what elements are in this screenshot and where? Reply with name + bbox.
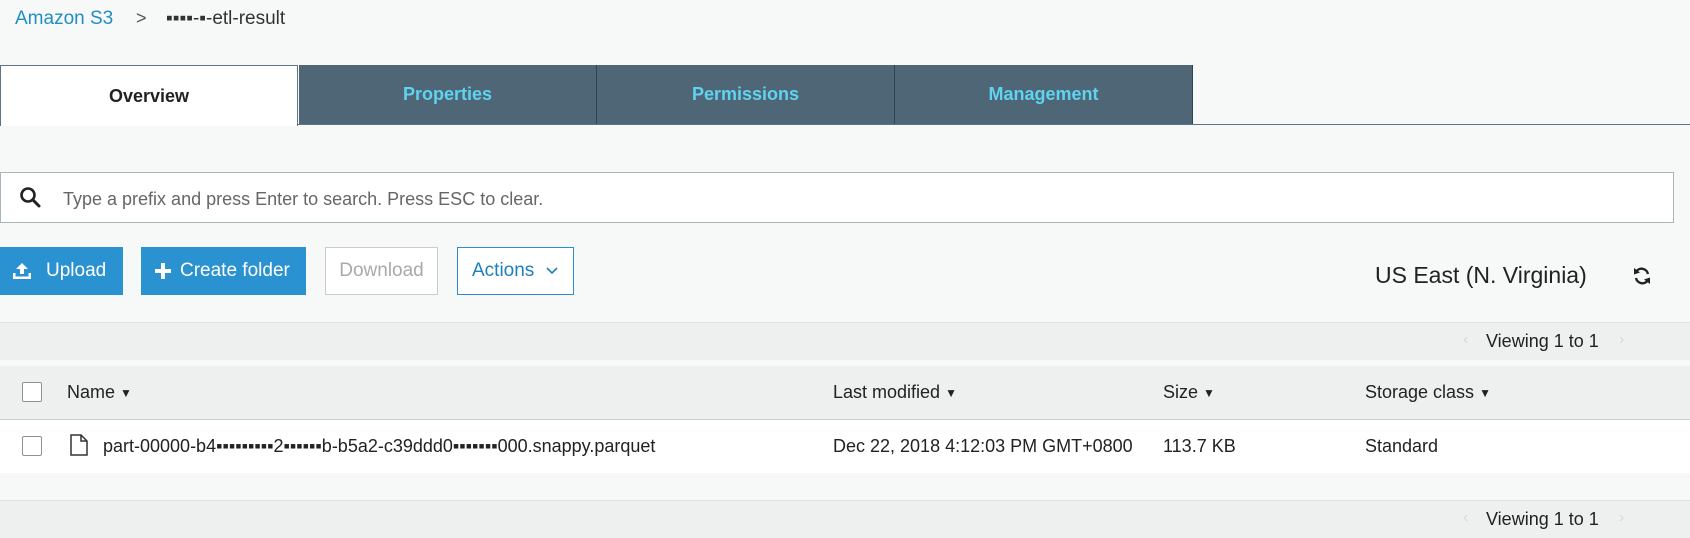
pagination-top: ‹ Viewing 1 to 1 ›	[0, 322, 1690, 360]
sort-caret-icon: ▼	[945, 386, 957, 400]
tab-permissions[interactable]: Permissions	[597, 65, 895, 124]
region-label: US East (N. Virginia)	[1375, 262, 1587, 288]
sort-caret-icon: ▼	[120, 386, 132, 400]
column-header-storage-class[interactable]: Storage class ▼	[1365, 382, 1491, 403]
chevron-right-icon[interactable]: ›	[1619, 509, 1624, 527]
viewing-count: Viewing 1 to 1	[1486, 331, 1599, 351]
tab-overview[interactable]: Overview	[0, 65, 298, 126]
tab-properties[interactable]: Properties	[299, 65, 597, 124]
last-modified-cell: Dec 22, 2018 4:12:03 PM GMT+0800	[833, 436, 1133, 456]
select-all-checkbox[interactable]	[22, 382, 42, 402]
search-icon	[19, 186, 41, 213]
chevron-right-icon[interactable]: ›	[1619, 331, 1624, 349]
breadcrumb-home-link[interactable]: Amazon S3	[15, 8, 113, 30]
sort-caret-icon: ▼	[1479, 386, 1491, 400]
search-bar	[0, 172, 1674, 223]
create-folder-button[interactable]: Create folder	[141, 247, 306, 295]
pagination-bottom: ‹ Viewing 1 to 1 ›	[0, 500, 1690, 538]
chevron-left-icon[interactable]: ‹	[1463, 509, 1468, 527]
column-header-label: Name	[67, 382, 116, 402]
storage-class-cell: Standard	[1365, 436, 1439, 456]
download-button[interactable]: Download	[325, 247, 438, 295]
breadcrumb-bucket-name: ▪▪▪▪-▪-etl-result	[166, 8, 286, 29]
size-cell: 113.7 KB	[1163, 436, 1236, 456]
column-header-label: Storage class	[1365, 382, 1475, 402]
file-name-link[interactable]: part-00000-b4▪▪▪▪▪▪▪▪▪2▪▪▪▪▪▪b-b5a2-c39d…	[103, 436, 655, 457]
upload-button-label: Upload	[46, 260, 107, 281]
breadcrumb-separator-icon: >	[136, 8, 147, 28]
sort-caret-icon: ▼	[1203, 386, 1215, 400]
table-row: part-00000-b4▪▪▪▪▪▪▪▪▪2▪▪▪▪▪▪b-b5a2-c39d…	[0, 420, 1690, 473]
row-checkbox[interactable]	[22, 436, 42, 456]
column-header-label: Last modified	[833, 382, 941, 402]
table-header: Name ▼ Last modified ▼ Size ▼ Storage class…	[0, 366, 1690, 420]
tab-management[interactable]: Management	[895, 65, 1193, 124]
refresh-icon[interactable]	[1632, 266, 1652, 291]
create-folder-button-label: Create folder	[180, 260, 290, 281]
actions-dropdown-button[interactable]: Actions	[457, 247, 574, 295]
viewing-count: Viewing 1 to 1	[1486, 509, 1599, 529]
file-icon	[70, 434, 88, 461]
column-header-last-modified[interactable]: Last modified ▼	[833, 382, 957, 403]
upload-button[interactable]: Upload	[0, 247, 123, 295]
column-header-label: Size	[1163, 382, 1199, 402]
chevron-down-icon	[546, 267, 558, 275]
column-header-size[interactable]: Size ▼	[1163, 382, 1215, 403]
plus-icon	[155, 263, 171, 279]
actions-button-label: Actions	[472, 260, 535, 281]
upload-icon	[12, 261, 32, 281]
search-input[interactable]	[61, 181, 1645, 217]
column-header-name[interactable]: Name ▼	[67, 382, 132, 403]
chevron-left-icon[interactable]: ‹	[1463, 331, 1468, 349]
